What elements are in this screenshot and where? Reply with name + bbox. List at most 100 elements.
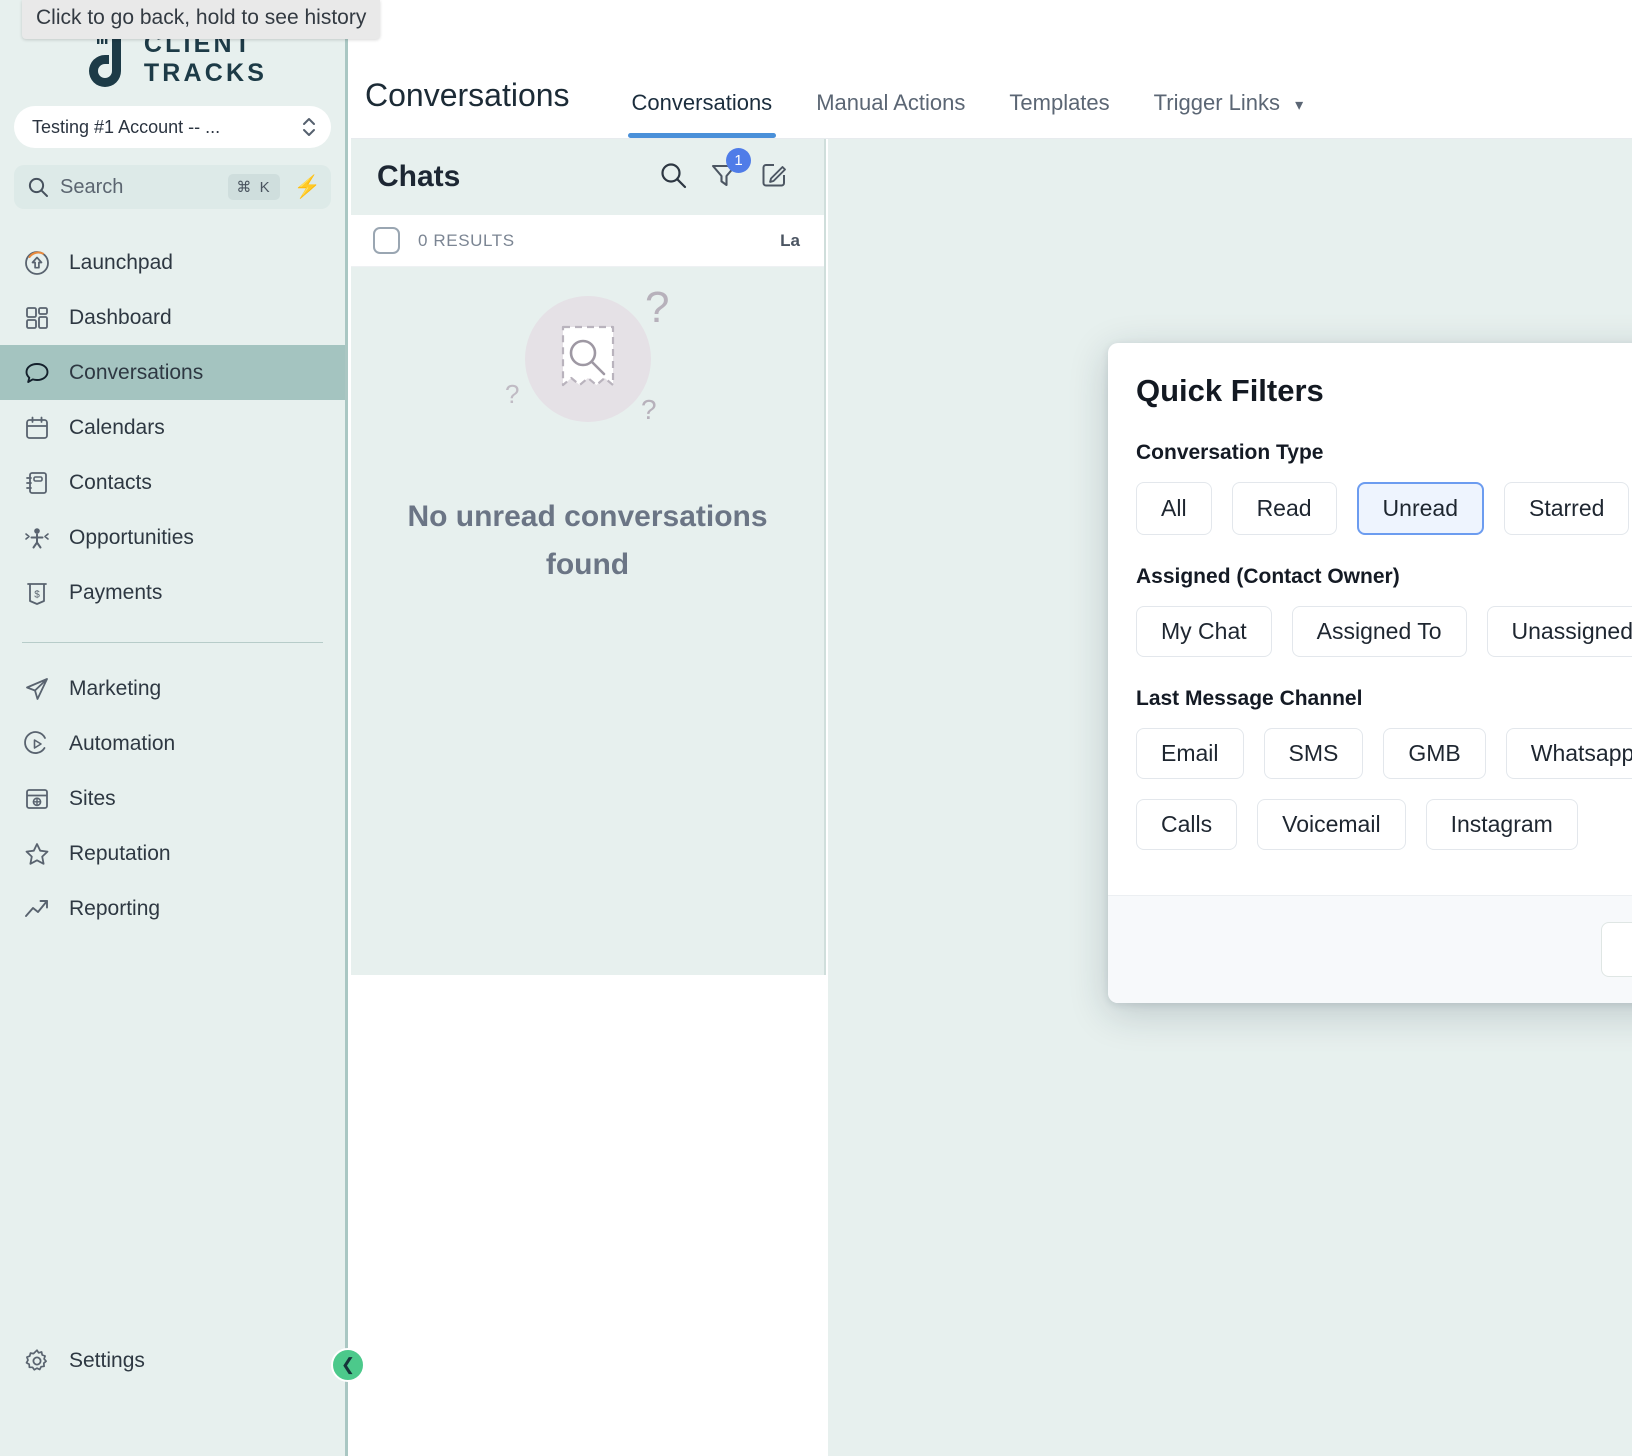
chat-list-header: Chats 1 <box>351 139 824 215</box>
cancel-button[interactable]: Cancel <box>1600 922 1632 977</box>
chevron-down-icon: ▾ <box>1295 97 1304 114</box>
contacts-book-icon <box>26 471 47 494</box>
tab-conversations[interactable]: Conversations <box>610 90 795 138</box>
filter-chip-unassigned[interactable]: Unassigned <box>1486 606 1632 657</box>
tab-label: Conversations <box>631 90 773 115</box>
sidebar-item-marketing[interactable]: Marketing <box>0 661 345 716</box>
page-title: Conversations <box>365 77 570 113</box>
search-icon <box>28 177 48 197</box>
filter-chip-voicemail[interactable]: Voicemail <box>1257 799 1406 850</box>
chat-bubble-icon <box>25 362 49 383</box>
sidebar-item-payments[interactable]: $ Payments <box>0 565 345 620</box>
svg-text:$: $ <box>34 589 40 600</box>
filter-count-badge: 1 <box>726 147 751 173</box>
empty-state-title: No unread conversations found <box>407 500 768 581</box>
sites-window-icon <box>26 788 48 809</box>
filter-chip-instagram[interactable]: Instagram <box>1425 799 1578 850</box>
filter-chip-all[interactable]: All <box>1136 482 1212 535</box>
sidebar-nav-secondary: Marketing Automation Sites Reputation Re… <box>0 661 345 936</box>
sidebar-item-reputation[interactable]: Reputation <box>0 826 345 881</box>
sidebar-item-label: Dashboard <box>69 305 172 329</box>
tab-templates[interactable]: Templates <box>987 90 1131 138</box>
main-content: Conversations Conversations Manual Actio… <box>351 0 1632 1456</box>
sidebar-item-contacts[interactable]: Contacts <box>0 455 345 510</box>
payments-icon: $ <box>27 582 47 605</box>
sidebar-item-sites[interactable]: Sites <box>0 771 345 826</box>
gear-icon <box>25 1348 47 1371</box>
tab-label: Trigger Links <box>1153 90 1281 115</box>
svg-text:?: ? <box>645 283 669 332</box>
sidebar-item-label: Calendars <box>69 415 165 439</box>
sidebar-item-conversations[interactable]: Conversations <box>0 345 345 400</box>
lightning-bolt-icon[interactable]: ⚡ <box>291 176 321 198</box>
filter-chip-sms[interactable]: SMS <box>1263 728 1364 779</box>
filter-chip-whatsapp[interactable]: Whatsapp <box>1505 728 1632 779</box>
search-placeholder: Search <box>60 175 124 198</box>
account-selector[interactable]: Testing #1 Account -- ... <box>14 106 331 148</box>
sidebar-item-settings[interactable]: Settings <box>0 1333 345 1388</box>
quick-filters-header: Quick Filters Clear Filters <box>1136 373 1632 409</box>
filter-chip-email[interactable]: Email <box>1136 728 1244 779</box>
filter-chip-gmb[interactable]: GMB <box>1383 728 1486 779</box>
tab-label: Manual Actions <box>816 90 966 115</box>
section-label-assigned: Assigned (Contact Owner) <box>1136 565 1400 588</box>
results-count: 0 RESULTS <box>418 230 515 250</box>
sidebar-item-label: Payments <box>69 580 163 604</box>
sidebar-nav-primary: Launchpad Dashboard Conversations Calend… <box>0 235 345 620</box>
filter-chip-my-chat[interactable]: My Chat <box>1136 606 1272 657</box>
play-circle-icon <box>24 730 46 754</box>
quick-filters-body: Quick Filters Clear Filters Conversation… <box>1108 343 1632 895</box>
sidebar-collapse-button[interactable]: ❮ <box>331 1348 365 1382</box>
sidebar-item-label: Contacts <box>69 470 152 494</box>
section-label-last-message-channel: Last Message Channel <box>1136 687 1363 710</box>
sort-label[interactable]: La <box>780 231 800 251</box>
sidebar-item-dashboard[interactable]: Dashboard <box>0 290 345 345</box>
search-icon[interactable] <box>658 160 688 195</box>
compose-pencil-icon[interactable] <box>760 161 788 194</box>
filter-chip-starred[interactable]: Starred <box>1503 482 1630 535</box>
sidebar-footer: Settings <box>0 1333 345 1456</box>
quick-filters-title: Quick Filters <box>1136 373 1324 408</box>
sidebar-divider <box>22 642 323 643</box>
sidebar-item-launchpad[interactable]: Launchpad <box>0 235 345 290</box>
filter-chip-assigned-to[interactable]: Assigned To <box>1291 606 1467 657</box>
svg-text:?: ? <box>641 394 657 425</box>
opportunities-icon <box>25 527 49 548</box>
sidebar-item-automation[interactable]: Automation <box>0 716 345 771</box>
chat-list-panel: Chats 1 0 RESULTS La ? ? ? No unread con… <box>351 139 826 975</box>
search-input[interactable]: Search ⌘ K ⚡ <box>14 165 331 209</box>
sidebar-item-label: Sites <box>69 786 116 810</box>
quick-filters-dialog: Quick Filters Clear Filters Conversation… <box>1108 343 1632 1003</box>
tab-trigger-links[interactable]: Trigger Links ▾ <box>1132 90 1326 138</box>
chats-title: Chats <box>377 160 461 193</box>
launchpad-icon <box>25 250 49 275</box>
filter-chip-unread[interactable]: Unread <box>1356 482 1484 535</box>
filter-funnel-icon[interactable]: 1 <box>710 147 751 195</box>
sidebar: CLIENT TRACKS Testing #1 Account -- ... … <box>0 0 348 1456</box>
up-down-chevrons-icon <box>301 114 317 140</box>
header-tabs: Conversations Manual Actions Templates T… <box>610 90 1326 138</box>
sidebar-item-reporting[interactable]: Reporting <box>0 881 345 936</box>
assigned-options: My Chat Assigned To Unassigned <box>1136 606 1632 657</box>
filter-chip-calls[interactable]: Calls <box>1136 799 1238 850</box>
search-shortcut: ⌘ K <box>228 174 280 200</box>
sidebar-item-label: Settings <box>69 1348 145 1372</box>
calendar-icon <box>26 416 48 439</box>
tab-manual-actions[interactable]: Manual Actions <box>794 90 987 138</box>
workspace: Chats 1 0 RESULTS La ? ? ? No unread con… <box>351 139 1632 1456</box>
filter-chip-read[interactable]: Read <box>1231 482 1337 535</box>
no-results-magnifier-icon: ? ? ? <box>463 267 713 467</box>
sidebar-item-label: Reputation <box>69 841 171 865</box>
sidebar-item-label: Conversations <box>69 360 204 384</box>
sidebar-item-opportunities[interactable]: Opportunities <box>0 510 345 565</box>
sidebar-item-label: Opportunities <box>69 525 194 549</box>
channel-options: Email SMS GMB Whatsapp Facebook Calls Vo… <box>1136 728 1632 850</box>
sidebar-item-label: Launchpad <box>69 250 173 274</box>
select-all-checkbox[interactable] <box>373 227 400 254</box>
conversation-type-options: All Read Unread Starred <box>1136 482 1632 535</box>
star-icon <box>25 842 49 865</box>
chat-list-actions: 1 <box>658 147 788 195</box>
paper-plane-icon <box>26 677 48 700</box>
svg-text:?: ? <box>505 379 519 409</box>
sidebar-item-calendars[interactable]: Calendars <box>0 400 345 455</box>
